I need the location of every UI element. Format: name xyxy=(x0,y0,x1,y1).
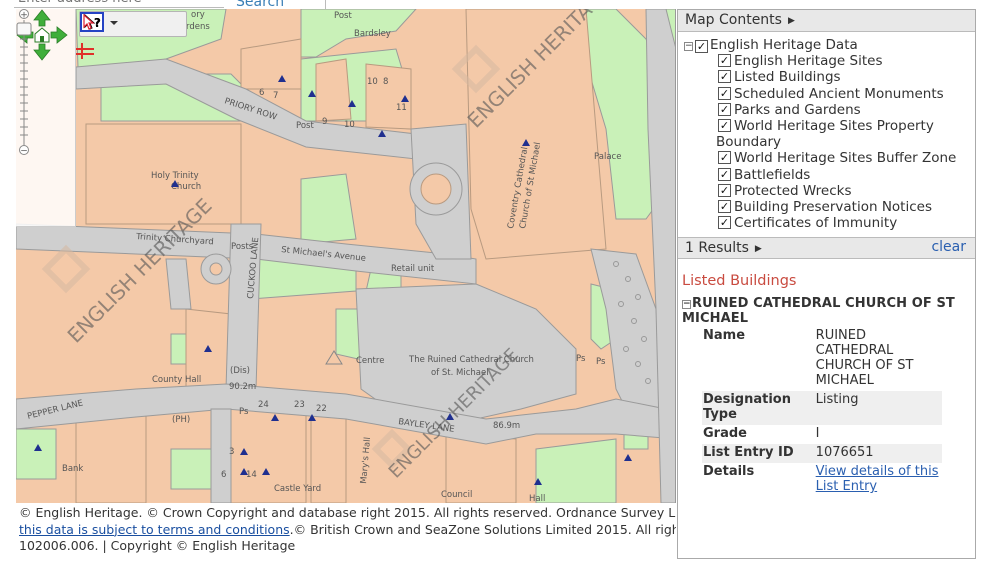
chevron-down-icon xyxy=(110,21,118,25)
svg-text:ory: ory xyxy=(191,10,205,20)
map-contents-header[interactable]: Map Contents ▶ xyxy=(678,10,975,32)
layer-tree: − ✓ English Heritage Data ✓ English Heritag… xyxy=(684,37,972,231)
attribution-line: this data is subject to terms and condit… xyxy=(19,521,676,537)
layer-checkbox[interactable]: ✓ xyxy=(718,183,731,197)
svg-text:Palace: Palace xyxy=(594,152,621,162)
svg-text:County Hall: County Hall xyxy=(152,375,201,385)
view-list-entry-link[interactable]: View details of this List Entry xyxy=(816,464,939,494)
svg-text:8: 8 xyxy=(383,77,388,87)
layer-checkbox[interactable]: ✓ xyxy=(718,86,731,100)
svg-text:90.2m: 90.2m xyxy=(229,382,256,392)
layer-item: ✓ Scheduled Ancient Monuments xyxy=(718,85,944,102)
layer-checkbox[interactable]: ✓ xyxy=(718,167,731,181)
address-search-input[interactable] xyxy=(14,0,224,8)
zoom-in-icon: + xyxy=(20,10,28,20)
map-toolbar: ? ? xyxy=(79,11,187,37)
svg-text:23: 23 xyxy=(294,400,305,410)
svg-text:24: 24 xyxy=(258,400,269,410)
layer-checkbox[interactable]: ✓ xyxy=(718,70,731,84)
layer-item: ✓ Protected Wrecks xyxy=(718,182,852,199)
results-header[interactable]: 1 Results ▶ clear xyxy=(678,237,975,259)
layer-checkbox[interactable]: ✓ xyxy=(718,119,731,133)
svg-text:6: 6 xyxy=(259,88,264,98)
result-attributes-table: Name RUINED CATHEDRAL CHURCH OF ST MICHA… xyxy=(702,327,942,497)
svg-text:Ps: Ps xyxy=(239,407,249,417)
attribution-line: 102006.006. | Copyright © English Herita… xyxy=(19,538,296,553)
layer-item: ✓ Certificates of Immunity xyxy=(718,215,898,232)
layer-item: ✓ Listed Buildings xyxy=(718,69,841,86)
svg-text:(PH): (PH) xyxy=(172,415,190,425)
triangle-right-icon: ▶ xyxy=(754,244,762,254)
svg-text:(Dis): (Dis) xyxy=(230,366,250,376)
svg-text:Centre: Centre xyxy=(356,356,384,366)
layer-checkbox[interactable]: ✓ xyxy=(718,200,731,214)
layer-checkbox[interactable]: ✓ xyxy=(718,54,731,68)
zoom-slider-handle xyxy=(16,22,32,36)
map-view[interactable]: ENGLISH HERITAGE ENGLISH HERITAGE ENGLIS… xyxy=(16,9,676,503)
attribution-line: © English Heritage. © Crown Copyright an… xyxy=(19,505,676,520)
svg-text:6: 6 xyxy=(221,470,226,480)
svg-text:86.9m: 86.9m xyxy=(493,421,520,431)
svg-text:22: 22 xyxy=(316,404,327,414)
svg-text:The Ruined Cathedral Church: The Ruined Cathedral Church xyxy=(408,355,534,365)
svg-text:Retail unit: Retail unit xyxy=(391,264,435,274)
svg-text:9: 9 xyxy=(322,117,327,127)
svg-text:Post: Post xyxy=(334,11,352,21)
svg-text:Holy Trinity: Holy Trinity xyxy=(151,171,199,181)
table-row: Designation Type Listing xyxy=(702,391,942,425)
map-attribution: © English Heritage. © Crown Copyright an… xyxy=(16,504,676,558)
svg-text:10: 10 xyxy=(344,120,355,130)
table-row: Name RUINED CATHEDRAL CHURCH OF ST MICHA… xyxy=(703,328,914,388)
query-dropdown-icon[interactable]: ? xyxy=(80,12,122,32)
svg-text:Council: Council xyxy=(441,490,472,500)
svg-text:Castle Yard: Castle Yard xyxy=(274,484,321,494)
svg-text:10: 10 xyxy=(367,77,378,87)
svg-text:?: ? xyxy=(94,16,101,30)
table-row: Details View details of this List Entry xyxy=(703,464,939,494)
layer-item: ✓ Parks and Gardens xyxy=(718,101,861,118)
map-navigation-panel: + − xyxy=(16,9,76,227)
layer-item: ✓ Building Preservation Notices xyxy=(718,199,932,216)
terms-link[interactable]: this data is subject to terms and condit… xyxy=(19,522,290,537)
zoom-slider[interactable]: + − xyxy=(16,9,32,157)
svg-text:Hall: Hall xyxy=(529,494,545,503)
svg-text:of St. Michael: of St. Michael xyxy=(431,368,489,378)
svg-text:3: 3 xyxy=(229,447,234,457)
triangle-right-icon: ▶ xyxy=(787,16,795,26)
layer-checkbox[interactable]: ✓ xyxy=(718,151,731,165)
svg-text:Bardsley: Bardsley xyxy=(354,29,391,39)
svg-text:Ps: Ps xyxy=(576,354,586,364)
svg-text:rdens: rdens xyxy=(186,22,210,32)
layer-item: ✓ World Heritage Sites Buffer Zone xyxy=(718,150,957,167)
layer-item: ✓ English Heritage Sites xyxy=(718,53,883,70)
collapse-icon[interactable]: − xyxy=(684,42,693,51)
collapse-icon[interactable]: − xyxy=(682,300,691,309)
layer-checkbox[interactable]: ✓ xyxy=(695,40,708,53)
layer-item: ✓ World Heritage Sites Property Boundary xyxy=(716,118,934,151)
zoom-out-icon: − xyxy=(20,147,28,157)
layer-item: ✓ Battlefields xyxy=(718,166,811,183)
side-panel: Map Contents ▶ − ✓ English Heritage Data ✓ E… xyxy=(677,9,976,559)
clear-results-link[interactable]: clear xyxy=(931,239,966,255)
layer-group-english-heritage-data: − ✓ English Heritage Data xyxy=(684,37,858,53)
result-category: Listed Buildings xyxy=(682,273,797,289)
table-row: List Entry ID 1076651 xyxy=(702,444,942,463)
layer-checkbox[interactable]: ✓ xyxy=(718,216,731,230)
svg-text:11: 11 xyxy=(396,103,407,113)
svg-text:7: 7 xyxy=(273,91,278,101)
table-row: Grade I xyxy=(703,426,820,441)
svg-text:Post: Post xyxy=(296,121,314,131)
map-canvas: ENGLISH HERITAGE ENGLISH HERITAGE ENGLIS… xyxy=(16,9,675,503)
layer-checkbox[interactable]: ✓ xyxy=(718,102,731,116)
svg-text:Ps: Ps xyxy=(596,357,606,367)
svg-text:Bank: Bank xyxy=(62,464,83,474)
result-title[interactable]: −RUINED CATHEDRAL CHURCH OF ST MICHAEL xyxy=(682,296,972,326)
